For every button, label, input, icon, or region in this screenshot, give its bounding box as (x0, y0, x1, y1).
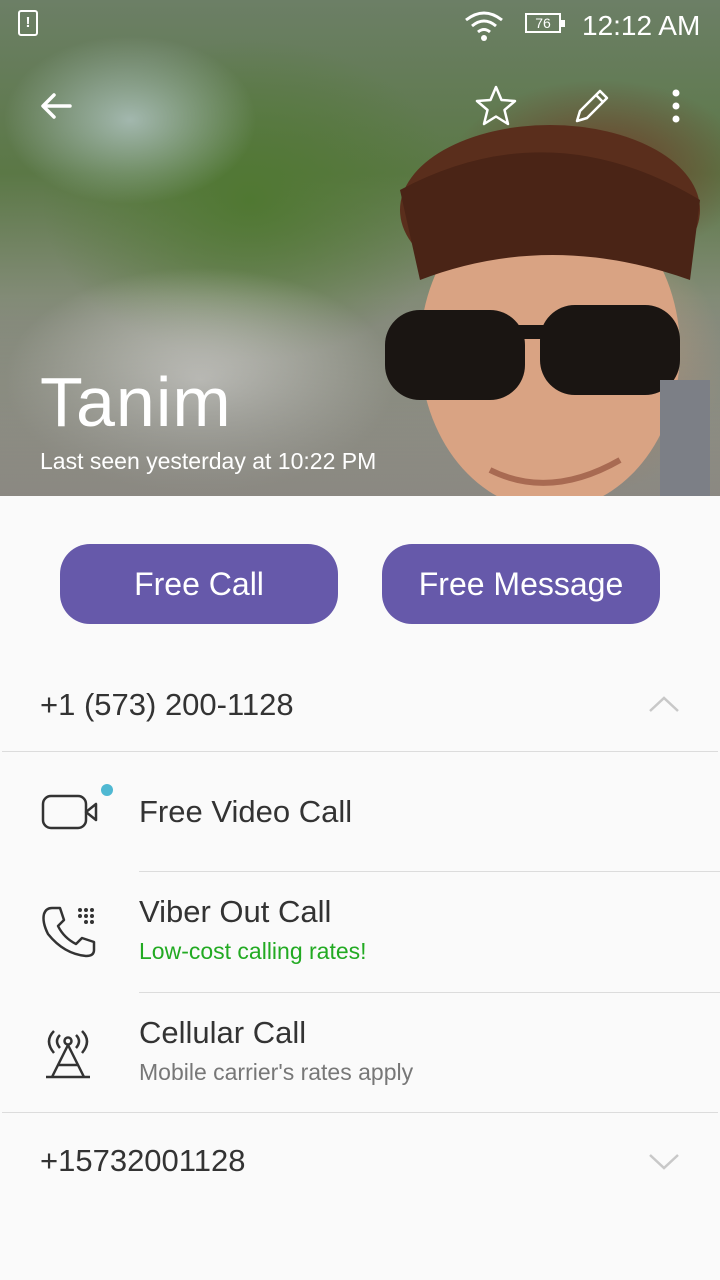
favorite-button[interactable] (472, 82, 520, 130)
cellular-call-option[interactable]: Cellular Call Mobile carrier's rates app… (0, 993, 720, 1112)
back-button[interactable] (32, 82, 80, 130)
star-icon (475, 85, 517, 126)
battery-icon: 76 (525, 13, 565, 33)
wifi-icon (465, 11, 503, 41)
phone-number-row[interactable]: +15732001128 (0, 1113, 720, 1209)
phone-number-label: +1 (573) 200-1128 (40, 687, 294, 722)
viber-out-call-option[interactable]: Viber Out Call Low-cost calling rates! (0, 872, 720, 991)
option-title: Free Video Call (139, 794, 353, 829)
contact-photo-face (385, 125, 710, 496)
pencil-icon (575, 89, 609, 123)
cell-tower-icon (46, 1030, 90, 1079)
phone-dots-icon (42, 906, 96, 958)
option-subtitle: Low-cost calling rates! (139, 938, 367, 964)
clock: 12:12 AM (582, 10, 701, 41)
status-bar: ! 76 12:12 AM (0, 0, 720, 50)
option-title: Viber Out Call (139, 894, 332, 929)
contact-name: Tanim (40, 363, 232, 441)
free-call-button[interactable]: Free Call (60, 544, 338, 624)
chevron-down-icon[interactable] (648, 1153, 680, 1171)
video-camera-icon (41, 784, 113, 830)
last-seen-status: Last seen yesterday at 10:22 PM (40, 448, 377, 474)
more-options-button[interactable] (652, 82, 700, 130)
edit-button[interactable] (568, 82, 616, 130)
new-badge-dot (101, 784, 113, 796)
more-vert-icon (672, 89, 680, 123)
phone-number-row[interactable]: +1 (573) 200-1128 (0, 665, 720, 751)
phone-number-label: +15732001128 (40, 1143, 246, 1178)
chevron-up-icon[interactable] (648, 695, 680, 713)
option-subtitle: Mobile carrier's rates apply (139, 1059, 414, 1085)
free-video-call-option[interactable]: Free Video Call (0, 752, 720, 871)
sim-alert-icon: ! (18, 10, 38, 36)
free-message-button[interactable]: Free Message (382, 544, 660, 624)
option-title: Cellular Call (139, 1015, 307, 1050)
back-arrow-icon (41, 93, 72, 119)
